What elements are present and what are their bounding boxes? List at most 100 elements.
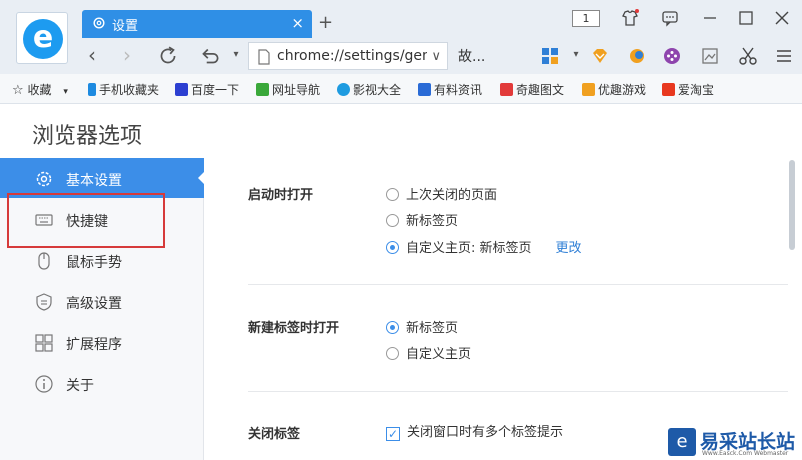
search-suggestion-text[interactable]: 故... xyxy=(458,46,485,66)
close-tab-warning-option[interactable]: ✓ 关闭窗口时有多个标签提示 xyxy=(386,421,563,441)
radio-button[interactable] xyxy=(386,188,399,201)
section-title: 新建标签时打开 xyxy=(248,321,340,336)
watermark-subtitle: Www.Easck.Com Webmaster xyxy=(702,450,789,457)
bookmark-label: 百度一下 xyxy=(191,83,240,97)
apps-icon[interactable] xyxy=(540,46,560,66)
back-button[interactable]: ‹ xyxy=(80,44,104,68)
phone-icon xyxy=(88,83,96,96)
taobao-icon xyxy=(662,83,675,96)
section-divider xyxy=(248,284,788,285)
section-title: 关闭标签 xyxy=(248,427,301,442)
mouse-icon xyxy=(38,252,50,270)
address-text[interactable]: chrome://settings/gen xyxy=(277,48,427,64)
browser-logo[interactable]: e xyxy=(16,12,68,64)
paint-icon[interactable] xyxy=(627,46,647,66)
undo-icon[interactable] xyxy=(198,44,222,68)
bookmark-item[interactable]: 手机收藏夹 xyxy=(88,81,159,98)
sidebar-item-label: 关于 xyxy=(66,378,94,394)
watermark: e 易采站长站 Www.Easck.Com Webmaster xyxy=(668,426,802,460)
sidebar-item-advanced[interactable]: 高级设置 xyxy=(0,281,204,321)
bookmark-label: 网址导航 xyxy=(272,83,321,97)
gear-icon xyxy=(36,171,52,187)
option-label: 新标签页 xyxy=(406,214,459,229)
radio-button[interactable] xyxy=(386,214,399,227)
bookmark-item[interactable]: 有料资讯 xyxy=(418,81,482,98)
tab-count-badge[interactable]: 1 xyxy=(572,10,600,27)
option-label: 新标签页 xyxy=(406,321,459,336)
title-bar: e 设置 × + 1 ‹ › ▾ chrome://settings/gen ∨… xyxy=(0,0,802,74)
gear-icon xyxy=(93,17,105,29)
bookmark-label: 奇趣图文 xyxy=(516,83,565,97)
radio-button[interactable] xyxy=(386,321,399,334)
baidu-icon xyxy=(175,83,188,96)
page-title: 浏览器选项 xyxy=(32,124,143,149)
bookmark-item[interactable]: 奇趣图文 xyxy=(500,81,564,98)
sidebar-item-basic[interactable]: 基本设置 xyxy=(0,158,205,198)
apps-menu-chevron-icon[interactable]: ▾ xyxy=(564,44,588,68)
shirt-icon[interactable] xyxy=(620,8,640,28)
bookmark-item[interactable]: 爱淘宝 xyxy=(662,81,714,98)
chevron-down-icon: ▾ xyxy=(63,87,68,97)
new-tab-option-new-tab[interactable]: 新标签页 xyxy=(386,317,458,336)
scrollbar[interactable] xyxy=(788,160,796,460)
bookmark-label: 影视大全 xyxy=(353,83,402,97)
shield-icon xyxy=(36,293,52,311)
hao-icon xyxy=(256,83,269,96)
change-link[interactable]: 更改 xyxy=(556,241,582,256)
news-icon xyxy=(418,83,431,96)
bookmark-label: 有料资讯 xyxy=(434,83,483,97)
sidebar-item-label: 鼠标手势 xyxy=(66,255,122,271)
diamond-icon[interactable] xyxy=(590,46,610,66)
sidebar-item-extensions[interactable]: 扩展程序 xyxy=(0,322,204,362)
info-icon xyxy=(35,375,53,393)
tab-close-button[interactable]: × xyxy=(291,14,304,32)
chevron-down-icon[interactable]: ∨ xyxy=(431,49,441,64)
close-icon[interactable] xyxy=(772,8,792,28)
address-bar[interactable]: chrome://settings/gen ∨ xyxy=(248,42,448,70)
new-tab-section: 新建标签时打开 新标签页 自定义主页 xyxy=(204,290,788,392)
refresh-icon[interactable] xyxy=(156,44,180,68)
forward-button[interactable]: › xyxy=(115,44,139,68)
message-icon[interactable] xyxy=(660,8,680,28)
undo-menu-chevron-icon[interactable]: ▾ xyxy=(224,44,248,68)
bookmark-label: 手机收藏夹 xyxy=(99,83,160,97)
bookmark-label: 爱淘宝 xyxy=(678,83,715,97)
radio-button[interactable] xyxy=(386,241,399,254)
scissors-icon[interactable] xyxy=(738,46,758,66)
tab-settings[interactable]: 设置 × xyxy=(82,10,312,38)
puzzle-icon xyxy=(35,334,53,352)
startup-option-custom-home[interactable]: 自定义主页: 新标签页 更改 xyxy=(386,237,582,256)
sidebar-item-label: 高级设置 xyxy=(66,296,122,312)
bookmark-item[interactable]: 百度一下 xyxy=(175,81,239,98)
minimize-icon[interactable] xyxy=(700,8,720,28)
bookmark-favorites[interactable]: ☆ 收藏 ▾ xyxy=(12,81,68,98)
bookmark-item[interactable]: 网址导航 xyxy=(256,81,320,98)
startup-section: 启动时打开 上次关闭的页面 新标签页 自定义主页: 新标签页 更改 xyxy=(204,160,788,290)
browser-logo-icon: e xyxy=(23,19,63,59)
bookmark-item[interactable]: 影视大全 xyxy=(337,81,401,98)
watermark-logo-icon: e xyxy=(668,428,696,456)
game-pad-icon[interactable] xyxy=(662,46,682,66)
option-label: 自定义主页 xyxy=(406,347,472,362)
bookmark-label: 优趣游戏 xyxy=(598,83,647,97)
new-tab-button[interactable]: + xyxy=(318,12,333,33)
startup-option-last-session[interactable]: 上次关闭的页面 xyxy=(386,184,497,203)
radio-button[interactable] xyxy=(386,347,399,360)
option-label: 自定义主页: 新标签页 xyxy=(406,241,532,256)
video-icon xyxy=(337,83,350,96)
screenshot-icon[interactable] xyxy=(700,46,720,66)
checkbox[interactable]: ✓ xyxy=(386,427,400,441)
startup-option-new-tab[interactable]: 新标签页 xyxy=(386,210,458,229)
new-tab-option-custom-home[interactable]: 自定义主页 xyxy=(386,343,471,362)
sidebar-item-about[interactable]: 关于 xyxy=(0,363,204,403)
page-icon xyxy=(258,49,270,65)
highlight-box xyxy=(7,193,165,248)
bookmark-item[interactable]: 优趣游戏 xyxy=(582,81,646,98)
bookmark-label: 收藏 xyxy=(27,83,52,97)
star-icon: ☆ xyxy=(12,83,24,98)
sidebar-item-label: 扩展程序 xyxy=(66,337,122,353)
scrollbar-thumb[interactable] xyxy=(789,160,795,250)
game-icon xyxy=(582,83,595,96)
maximize-icon[interactable] xyxy=(736,8,756,28)
menu-icon[interactable] xyxy=(774,46,794,66)
